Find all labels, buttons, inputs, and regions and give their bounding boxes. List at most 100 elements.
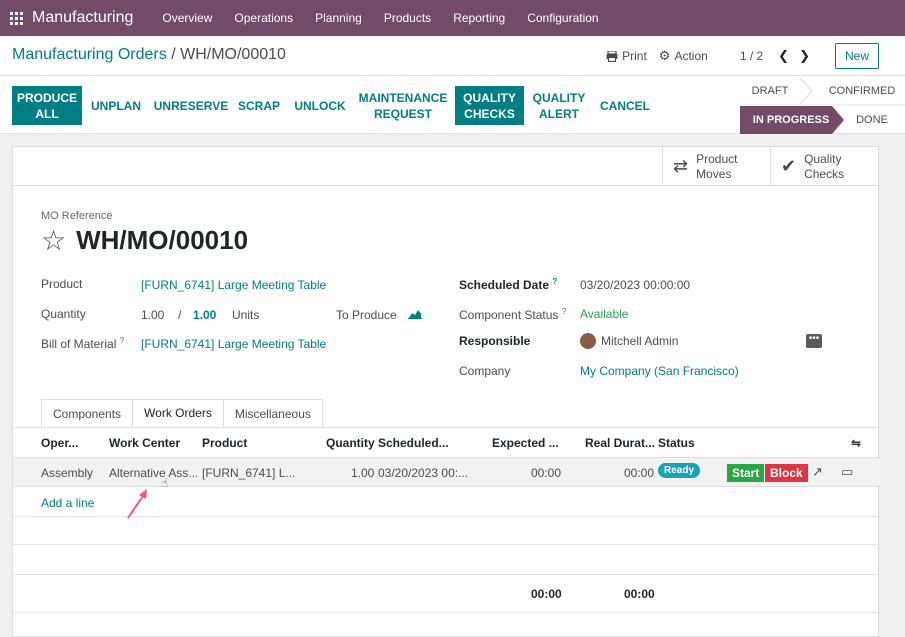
scheduled-date-help-icon[interactable]: ? xyxy=(552,277,557,286)
start-button[interactable]: Start xyxy=(727,464,765,482)
status-badge: Ready xyxy=(658,463,701,478)
col-product[interactable]: Product xyxy=(202,436,247,450)
row-expected: 00:00 xyxy=(531,466,562,480)
row-work-center: Alternative Ass... xyxy=(109,466,197,480)
new-button[interactable]: New xyxy=(834,43,879,69)
nav-reporting[interactable]: Reporting xyxy=(442,11,516,25)
quality-checks-smart-label-1: Quality xyxy=(804,151,842,166)
tab-components[interactable]: Components xyxy=(41,399,134,427)
exchange-arrows-icon: ⇄ xyxy=(673,156,689,176)
side-panel-edge xyxy=(895,126,905,637)
avatar xyxy=(580,333,596,349)
gear-icon: ⚙ xyxy=(658,48,671,63)
star-icon[interactable]: ☆ xyxy=(41,226,66,255)
more-options-icon[interactable]: ••• xyxy=(806,334,822,348)
action-label: Action xyxy=(674,49,708,63)
component-status-value: Available xyxy=(580,307,629,321)
print-button[interactable]: Print xyxy=(606,49,647,63)
app-brand[interactable]: Manufacturing xyxy=(32,9,133,27)
quality-checks-label-2: CHECKS xyxy=(464,106,515,121)
unlock-button[interactable]: UNLOCK xyxy=(290,86,350,125)
total-expected: 00:00 xyxy=(531,587,562,601)
bom-label: Bill of Material ? xyxy=(41,336,125,351)
nav-planning[interactable]: Planning xyxy=(304,11,373,25)
pager-prev-icon[interactable]: ❮ xyxy=(775,48,792,64)
apps-menu-icon[interactable] xyxy=(0,0,32,36)
col-operation[interactable]: Oper... xyxy=(41,436,78,450)
stage-confirmed[interactable]: CONFIRMED xyxy=(816,81,905,101)
col-status[interactable]: Status xyxy=(658,436,695,450)
quality-checks-smart-label-2: Checks xyxy=(804,166,845,181)
nav-products[interactable]: Products xyxy=(373,11,442,25)
to-produce-label: To Produce xyxy=(336,308,397,322)
mo-reference-value: WH/MO/00010 xyxy=(76,225,249,255)
open-external-icon[interactable]: ↗ xyxy=(812,464,823,480)
stage-done[interactable]: DONE xyxy=(844,110,900,130)
product-label: Product xyxy=(41,277,83,291)
quality-alert-button[interactable]: QUALITY ALERT xyxy=(530,86,588,125)
responsible-label: Responsible xyxy=(459,334,531,348)
smart-button-box: ⇄ Product Moves ✔ Quality Checks xyxy=(662,147,878,186)
row-scheduled: 03/20/2023 00:... xyxy=(378,466,468,480)
product-value[interactable]: [FURN_6741] Large Meeting Table xyxy=(141,278,326,292)
action-button[interactable]: ⚙ Action xyxy=(659,48,708,64)
add-line-link[interactable]: Add a line xyxy=(41,496,94,510)
col-expected[interactable]: Expected ... xyxy=(492,436,559,450)
stage-in-progress[interactable]: IN PROGRESS xyxy=(740,110,842,130)
responsible-value[interactable]: Mitchell Admin xyxy=(601,334,678,348)
quality-checks-button[interactable]: QUALITY CHECKS xyxy=(455,86,524,125)
scheduled-date-value[interactable]: 03/20/2023 00:00:00 xyxy=(580,278,690,292)
nav-overview[interactable]: Overview xyxy=(151,11,223,25)
quantity-total-value[interactable]: 1.00 xyxy=(193,308,216,322)
bom-help-icon[interactable]: ? xyxy=(120,336,124,345)
block-button[interactable]: Block xyxy=(765,464,808,482)
quality-checks-label-1: QUALITY xyxy=(463,90,516,105)
company-value[interactable]: My Company (San Francisco) xyxy=(580,364,739,378)
quantity-separator: / xyxy=(178,308,182,322)
pager-next-icon[interactable]: ❯ xyxy=(796,48,813,64)
stage-draft[interactable]: DRAFT xyxy=(740,81,800,101)
tab-miscellaneous[interactable]: Miscellaneous xyxy=(222,399,323,427)
nav-configuration[interactable]: Configuration xyxy=(516,11,609,25)
bom-value[interactable]: [FURN_6741] Large Meeting Table xyxy=(141,337,326,351)
product-moves-label-1: Product xyxy=(696,151,738,166)
component-status-help-icon[interactable]: ? xyxy=(562,307,566,316)
quality-checks-smart-button[interactable]: ✔ Quality Checks xyxy=(770,147,878,186)
company-label: Company xyxy=(459,364,511,378)
column-settings-icon[interactable]: ⇋ xyxy=(851,436,861,450)
work-orders-header: Oper... Work Center Product Quantity Sch… xyxy=(13,428,880,458)
row-real-duration: 00:00 xyxy=(624,466,655,480)
unreserve-button[interactable]: UNRESERVE xyxy=(152,86,230,125)
scrap-button[interactable]: SCRAP xyxy=(236,86,282,125)
breadcrumb: Manufacturing Orders / WH/MO/00010 xyxy=(12,46,286,64)
tablet-icon[interactable]: ▭ xyxy=(841,464,853,480)
col-scheduled[interactable]: Scheduled... xyxy=(378,436,449,450)
total-real-duration: 00:00 xyxy=(624,587,655,601)
annotation-arrow-icon xyxy=(127,489,147,519)
tab-work-orders[interactable]: Work Orders xyxy=(132,399,224,427)
row-product: [FURN_6741] L... xyxy=(202,466,296,480)
maintenance-request-button[interactable]: MAINTENANCE REQUEST xyxy=(356,86,450,125)
quantity-done-input[interactable]: 1.00 xyxy=(141,308,164,322)
table-row[interactable]: Assembly Alternative Ass... [FURN_6741] … xyxy=(13,458,880,487)
scheduled-date-label: Scheduled Date ? xyxy=(459,277,558,292)
form-sheet: ⇄ Product Moves ✔ Quality Checks MO Refere… xyxy=(12,146,880,637)
quality-alert-label-1: QUALITY xyxy=(532,90,586,105)
nav-operations[interactable]: Operations xyxy=(223,11,304,25)
control-panel: Manufacturing Orders / WH/MO/00010 Print… xyxy=(0,36,905,76)
col-quantity[interactable]: Quantity xyxy=(326,436,375,450)
row-divider xyxy=(13,574,880,575)
col-real-duration[interactable]: Real Durat... xyxy=(585,436,655,450)
sheet-divider xyxy=(13,185,880,186)
maintenance-label-1: MAINTENANCE xyxy=(358,90,448,105)
product-moves-smart-button[interactable]: ⇄ Product Moves xyxy=(662,147,770,186)
unplan-button[interactable]: UNPLAN xyxy=(86,86,146,125)
breadcrumb-parent-link[interactable]: Manufacturing Orders xyxy=(12,46,167,63)
col-work-center[interactable]: Work Center xyxy=(109,436,180,450)
cancel-button[interactable]: CANCEL xyxy=(596,86,654,125)
pager-value[interactable]: 1 / 2 xyxy=(740,49,763,63)
produce-all-button[interactable]: PRODUCE ALL xyxy=(12,86,82,125)
quantity-uom: Units xyxy=(232,308,260,322)
area-chart-icon[interactable] xyxy=(408,308,422,319)
check-icon: ✔ xyxy=(781,156,797,176)
